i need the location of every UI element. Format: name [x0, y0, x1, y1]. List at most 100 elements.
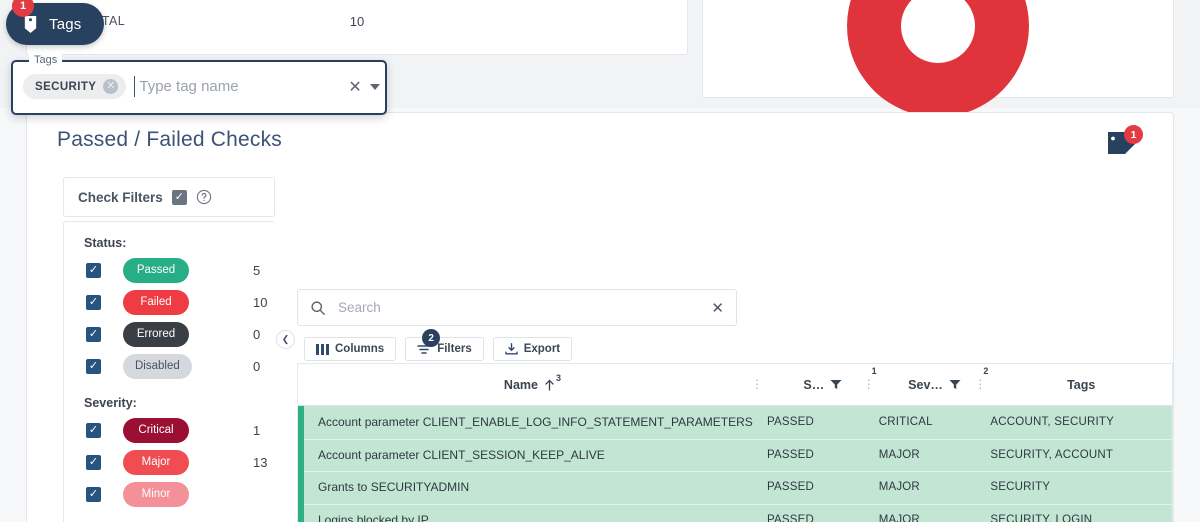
table-row[interactable]: Grants to SECURITYADMIN PASSED MAJOR SECURI…: [298, 471, 1172, 504]
filter-item-passed[interactable]: Passed 5: [64, 254, 275, 286]
status-badge: Failed: [123, 289, 189, 315]
download-icon: [505, 343, 518, 355]
chevron-left-icon[interactable]: ❮: [276, 330, 295, 349]
filter-count: 5: [253, 262, 261, 278]
help-circle-icon[interactable]: [196, 189, 212, 205]
grid-toolbar: Columns 2 Filters Export: [304, 329, 573, 361]
app-root: MINOR 1 TOTAL 10 90.0% 1 Tags: [0, 0, 1200, 522]
filter-checkbox[interactable]: [86, 422, 101, 438]
cell-name: Account parameter CLIENT_SESSION_KEEP_AL…: [318, 447, 605, 462]
tags-filter-button[interactable]: 1 Tags: [6, 0, 104, 45]
column-header-status[interactable]: S… 1 ⋮: [767, 364, 879, 405]
donut-percent-label: 90.0%: [920, 32, 956, 45]
table-row[interactable]: Account parameter CLIENT_ENABLE_LOG_INFO…: [298, 406, 1172, 439]
filter-item-critical[interactable]: Critical 1: [64, 414, 275, 446]
sort-order-index: 1: [871, 366, 877, 376]
check-filters-panel: Status: Passed 5 Failed 10 Errored 0: [63, 221, 275, 522]
filter-group-title: Severity:: [84, 396, 137, 410]
column-header-name[interactable]: Name 3 ⋮: [298, 364, 767, 405]
filter-item-errored[interactable]: Errored 0: [64, 318, 275, 350]
donut-slice-failed: [847, 0, 1029, 117]
filter-count: 13: [253, 454, 268, 470]
compliance-donut-card: 90.0%: [702, 0, 1174, 117]
tag-name-input[interactable]: [134, 76, 341, 97]
filters-button-label: Filters: [437, 343, 472, 355]
page-title: Passed / Failed Checks: [57, 128, 283, 151]
export-button[interactable]: Export: [492, 337, 573, 361]
cell-name: Logins blocked by IP: [318, 513, 429, 522]
arrow-up-icon: [545, 378, 554, 391]
tags-field-legend: Tags: [29, 54, 63, 66]
panel-tag-badge: 1: [1124, 125, 1143, 144]
tags-filter-popover: Tags SECURITY ✕ ✕: [11, 54, 387, 115]
column-label: Tags: [1067, 377, 1096, 392]
close-icon[interactable]: ✕: [103, 79, 119, 94]
columns-icon: [316, 343, 329, 355]
table-row[interactable]: TOTAL 10: [27, 0, 687, 45]
status-badge: Errored: [123, 321, 189, 347]
grid-header-row: Name 3 ⋮ S… 1 ⋮ Sev… 2 ⋮ Tags: [298, 364, 1172, 406]
cell-tags: ACCOUNT, SECURITY: [990, 416, 1114, 429]
search-input[interactable]: [336, 299, 702, 316]
filter-checkbox[interactable]: [86, 486, 101, 502]
column-label: Name: [503, 377, 538, 392]
kebab-icon[interactable]: ⋮: [974, 378, 986, 390]
close-icon[interactable]: ✕: [340, 77, 369, 97]
filter-checkbox[interactable]: [86, 262, 101, 278]
column-label: Sev…: [908, 377, 943, 392]
filter-checkbox[interactable]: [86, 326, 101, 342]
cell-tags: SECURITY, ACCOUNT: [990, 448, 1114, 461]
sort-order-index: 3: [555, 372, 561, 383]
status-badge: Passed: [123, 257, 189, 283]
checks-data-grid: Name 3 ⋮ S… 1 ⋮ Sev… 2 ⋮ Tags Account pa…: [297, 363, 1173, 522]
tag-icon: [24, 15, 37, 33]
tag-chip-label: SECURITY: [35, 80, 97, 93]
filter-item-major[interactable]: Major 13: [64, 446, 275, 478]
table-row[interactable]: Logins blocked by IP PASSED MAJOR SECURITY,…: [298, 503, 1172, 522]
close-icon[interactable]: ✕: [711, 299, 724, 317]
row-divider: [304, 438, 1172, 440]
column-header-tags[interactable]: Tags ⋮: [990, 364, 1172, 405]
grid-body: Account parameter CLIENT_ENABLE_LOG_INFO…: [298, 406, 1172, 522]
column-label: S…: [803, 377, 825, 392]
export-button-label: Export: [523, 343, 561, 355]
column-header-severity[interactable]: Sev… 2 ⋮: [879, 364, 991, 405]
check-filters-header: Check Filters: [63, 177, 275, 217]
caret-down-icon[interactable]: [369, 83, 380, 90]
severity-summary-card: MINOR 1 TOTAL 10: [26, 0, 688, 55]
tag-chip-security[interactable]: SECURITY ✕: [23, 74, 127, 99]
cell-name: Account parameter CLIENT_ENABLE_LOG_INFO…: [318, 415, 753, 430]
kebab-icon[interactable]: ⋮: [863, 378, 875, 390]
kebab-icon[interactable]: ⋮: [751, 378, 763, 390]
columns-button-label: Columns: [335, 343, 385, 355]
donut-chart: 90.0%: [847, 0, 1029, 117]
filter-count: 1: [253, 422, 261, 438]
filter-group-severity: Severity: Critical 1 Major 13 Minor: [64, 396, 275, 510]
cell-tags: SECURITY, LOGIN: [990, 514, 1093, 522]
filter-count: 0: [253, 326, 261, 342]
check-filters-master-checkbox[interactable]: [171, 189, 187, 205]
filter-item-minor[interactable]: Minor: [64, 478, 275, 510]
check-filters-title: Check Filters: [78, 189, 163, 205]
filters-button[interactable]: 2 Filters: [405, 329, 484, 361]
filter-checkbox[interactable]: [86, 294, 101, 310]
funnel-icon[interactable]: [949, 379, 961, 390]
severity-badge: Critical: [123, 417, 189, 443]
cell-severity: MAJOR: [878, 481, 920, 494]
filter-count: 10: [253, 294, 268, 310]
filter-count: 0: [253, 358, 261, 374]
cell-status: PASSED: [766, 416, 814, 429]
filter-item-disabled[interactable]: Disabled 0: [64, 350, 275, 382]
cell-status: PASSED: [766, 514, 814, 522]
columns-button[interactable]: Columns: [304, 337, 397, 361]
funnel-icon[interactable]: [830, 379, 842, 390]
filter-item-failed[interactable]: Failed 10: [64, 286, 275, 318]
table-row[interactable]: Account parameter CLIENT_SESSION_KEEP_AL…: [298, 438, 1172, 472]
row-divider: [304, 503, 1172, 505]
severity-badge: Major: [123, 449, 189, 475]
cell-status: PASSED: [766, 448, 814, 461]
cell-name: Grants to SECURITYADMIN: [318, 480, 470, 495]
cell-severity: CRITICAL: [878, 416, 933, 429]
filter-checkbox[interactable]: [86, 358, 101, 374]
filter-checkbox[interactable]: [86, 454, 101, 470]
